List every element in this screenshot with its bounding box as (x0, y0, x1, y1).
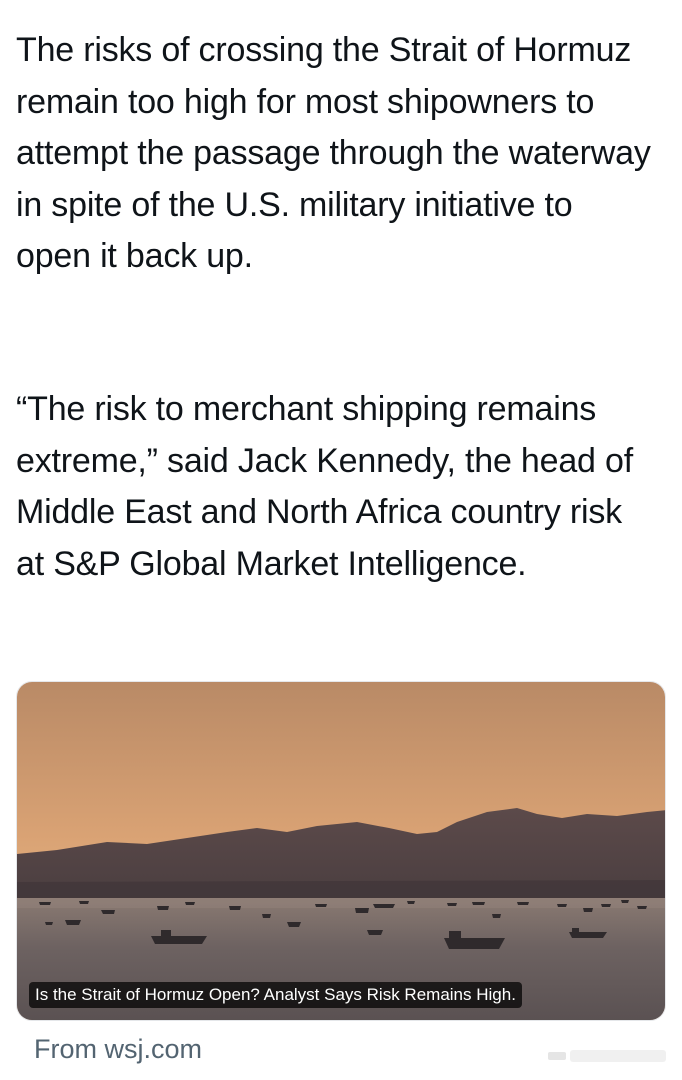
link-card[interactable]: Is the Strait of Hormuz Open? Analyst Sa… (16, 681, 666, 1021)
tweet-paragraph: The risks of crossing the Strait of Horm… (16, 31, 651, 275)
card-source-link[interactable]: From wsj.com (34, 1031, 202, 1067)
watermark-icon (548, 1050, 666, 1062)
card-caption: Is the Strait of Hormuz Open? Analyst Sa… (29, 982, 522, 1008)
card-image[interactable] (17, 682, 666, 1021)
tweet-paragraph: “The risk to merchant shipping remains e… (16, 390, 633, 583)
